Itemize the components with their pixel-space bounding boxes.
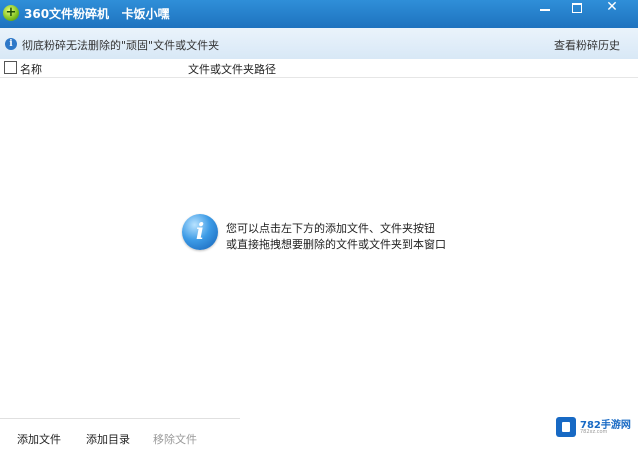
close-button[interactable]: ✕ — [597, 0, 627, 16]
minimize-button[interactable] — [530, 0, 560, 16]
watermark-subtext: 782xz.com — [580, 429, 608, 435]
info-icon: i — [5, 38, 17, 50]
app-title: 360文件粉碎机 卡饭小嘿 — [24, 6, 170, 22]
title-bar[interactable]: + 360文件粉碎机 卡饭小嘿 ✕ — [0, 0, 638, 28]
footer-divider — [0, 418, 240, 419]
add-folder-button[interactable]: 添加目录 — [86, 431, 130, 447]
maximize-icon — [572, 3, 582, 13]
empty-hint-line-2: 或直接拖拽想要删除的文件或文件夹到本窗口 — [226, 238, 446, 251]
info-icon: i — [182, 214, 218, 250]
watermark: 782手游网 782xz.com — [552, 413, 632, 439]
watermark-logo-icon — [556, 417, 576, 437]
app-subtitle: 卡饭小嘿 — [121, 7, 170, 21]
add-file-button[interactable]: 添加文件 — [17, 431, 61, 447]
minimize-icon — [540, 9, 550, 11]
select-all-checkbox[interactable] — [4, 61, 17, 74]
info-bar: i 彻底粉碎无法删除的"顽固"文件或文件夹 查看粉碎历史 — [0, 28, 638, 60]
close-icon: ✕ — [606, 0, 618, 15]
empty-hint-line-1: 您可以点击左下方的添加文件、文件夹按钮 — [226, 222, 435, 235]
table-header: 名称 文件或文件夹路径 — [0, 59, 638, 78]
info-text: 彻底粉碎无法删除的"顽固"文件或文件夹 — [22, 39, 220, 52]
column-path-header[interactable]: 文件或文件夹路径 — [188, 61, 276, 77]
remove-file-button[interactable]: 移除文件 — [153, 431, 197, 447]
app-logo-icon: + — [3, 5, 19, 21]
empty-state: i 您可以点击左下方的添加文件、文件夹按钮 或直接拖拽想要删除的文件或文件夹到本… — [182, 212, 482, 254]
view-history-link[interactable]: 查看粉碎历史 — [554, 37, 620, 53]
app-name: 360文件粉碎机 — [24, 7, 110, 21]
column-name-header[interactable]: 名称 — [20, 61, 42, 77]
maximize-button[interactable] — [562, 0, 592, 16]
